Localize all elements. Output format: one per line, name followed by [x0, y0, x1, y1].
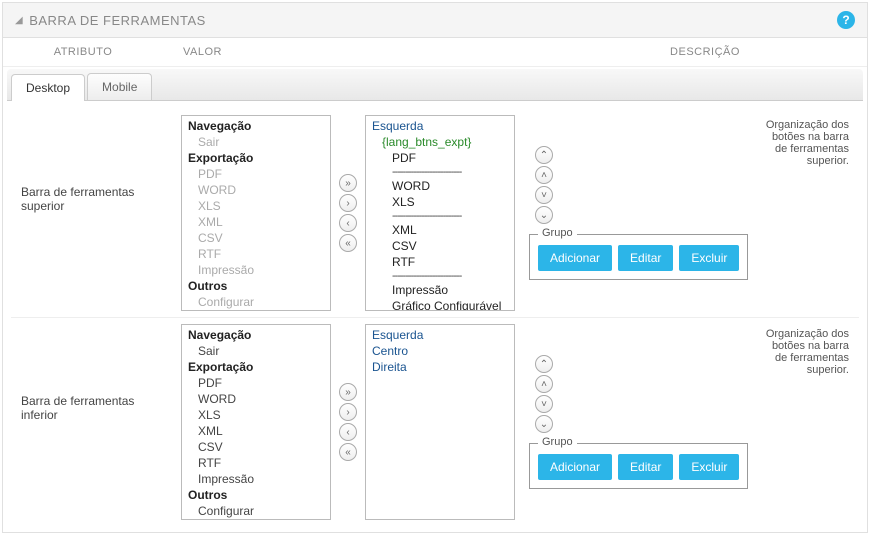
column-headers: ATRIBUTO VALOR DESCRIÇÃO — [3, 38, 867, 67]
delete-button[interactable]: Excluir — [679, 245, 739, 271]
col-val: VALOR — [163, 46, 543, 58]
panel-header: ◢ BARRA DE FERRAMENTAS ? — [3, 3, 867, 38]
move-bottom-icon[interactable]: ⌄ — [535, 415, 553, 433]
tab-desktop[interactable]: Desktop — [11, 74, 85, 101]
delete-button[interactable]: Excluir — [679, 454, 739, 480]
edit-button[interactable]: Editar — [618, 245, 673, 271]
move-left-icon[interactable]: ‹ — [339, 423, 357, 441]
available-list-bottom[interactable]: Navegação Sair Exportação PDF WORD XLS X… — [181, 324, 331, 520]
grupo-fieldset-bottom: Grupo Adicionar Editar Excluir — [529, 443, 748, 489]
move-all-right-icon[interactable]: » — [339, 383, 357, 401]
edit-button[interactable]: Editar — [618, 454, 673, 480]
panel-title: BARRA DE FERRAMENTAS — [29, 13, 206, 28]
grupo-label: Grupo — [538, 436, 577, 448]
attr-label: Barra de ferramentas inferior — [11, 324, 181, 520]
tabbar: Desktop Mobile — [7, 69, 863, 101]
move-top-icon[interactable]: ⌃ — [535, 355, 553, 373]
move-top-icon[interactable]: ⌃ — [535, 146, 553, 164]
move-all-left-icon[interactable]: « — [339, 443, 357, 461]
move-arrows-top: » › ‹ « — [339, 174, 357, 252]
row-toolbar-bottom: Barra de ferramentas inferior Navegação … — [11, 317, 859, 526]
move-down-icon[interactable]: ˅ — [535, 395, 553, 413]
move-left-icon[interactable]: ‹ — [339, 214, 357, 232]
desc-text: Organização dos botões na barra de ferra… — [748, 115, 859, 311]
grupo-fieldset-top: Grupo Adicionar Editar Excluir — [529, 234, 748, 280]
move-right-icon[interactable]: › — [339, 403, 357, 421]
desc-text: Organização dos botões na barra de ferra… — [748, 324, 859, 520]
grupo-label: Grupo — [538, 227, 577, 239]
move-up-icon[interactable]: ˄ — [535, 166, 553, 184]
available-list-top[interactable]: Navegação Sair Exportação PDF WORD XLS X… — [181, 115, 331, 311]
help-icon[interactable]: ? — [837, 11, 855, 29]
tab-mobile[interactable]: Mobile — [87, 73, 152, 100]
move-all-right-icon[interactable]: » — [339, 174, 357, 192]
selected-list-bottom[interactable]: Esquerda Centro Direita — [365, 324, 515, 520]
row-toolbar-top: Barra de ferramentas superior Navegação … — [11, 109, 859, 317]
move-up-icon[interactable]: ˄ — [535, 375, 553, 393]
add-button[interactable]: Adicionar — [538, 245, 612, 271]
col-attr: ATRIBUTO — [3, 46, 163, 58]
col-desc: DESCRIÇÃO — [543, 46, 867, 58]
move-arrows-bottom: » › ‹ « — [339, 383, 357, 461]
collapse-icon[interactable]: ◢ — [15, 15, 23, 26]
selected-list-top[interactable]: Esquerda {lang_btns_expt} PDF ----------… — [365, 115, 515, 311]
move-down-icon[interactable]: ˅ — [535, 186, 553, 204]
move-bottom-icon[interactable]: ⌄ — [535, 206, 553, 224]
move-right-icon[interactable]: › — [339, 194, 357, 212]
move-all-left-icon[interactable]: « — [339, 234, 357, 252]
add-button[interactable]: Adicionar — [538, 454, 612, 480]
attr-label: Barra de ferramentas superior — [11, 115, 181, 311]
